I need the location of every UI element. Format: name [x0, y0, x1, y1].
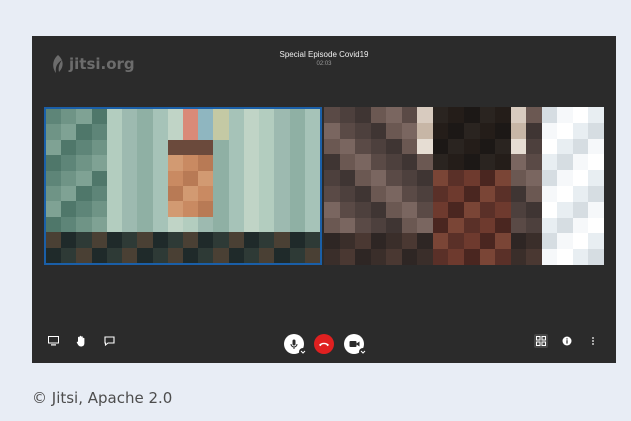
screen-share-icon[interactable] — [46, 334, 60, 348]
microphone-icon — [290, 339, 298, 349]
mic-options-icon[interactable] — [299, 348, 307, 356]
toolbar-left — [46, 334, 116, 348]
remote-camera-feed — [324, 107, 604, 265]
info-icon[interactable] — [560, 334, 574, 348]
microphone-button[interactable] — [284, 334, 307, 356]
toolbar-center — [284, 334, 367, 356]
more-options-icon[interactable] — [586, 334, 600, 348]
meeting-title: Special Episode Covid19 — [279, 50, 369, 59]
hangup-button[interactable] — [314, 334, 334, 354]
image-credit-caption: © Jitsi, Apache 2.0 — [32, 389, 173, 407]
tile-view-icon[interactable] — [534, 334, 548, 348]
camera-options-icon[interactable] — [359, 348, 367, 356]
jitsi-meeting-window: jitsi.org Special Episode Covid19 02:03 — [32, 36, 616, 363]
meeting-timer: 02:03 — [316, 61, 332, 67]
camera-icon — [349, 341, 359, 347]
local-video-tile[interactable] — [44, 107, 322, 265]
camera-button[interactable] — [344, 334, 367, 356]
hangup-icon — [319, 342, 329, 347]
raise-hand-icon[interactable] — [74, 334, 88, 348]
remote-video-tile[interactable] — [324, 107, 604, 265]
toolbar-right — [534, 334, 600, 348]
local-camera-feed — [46, 109, 320, 263]
chat-icon[interactable] — [102, 334, 116, 348]
